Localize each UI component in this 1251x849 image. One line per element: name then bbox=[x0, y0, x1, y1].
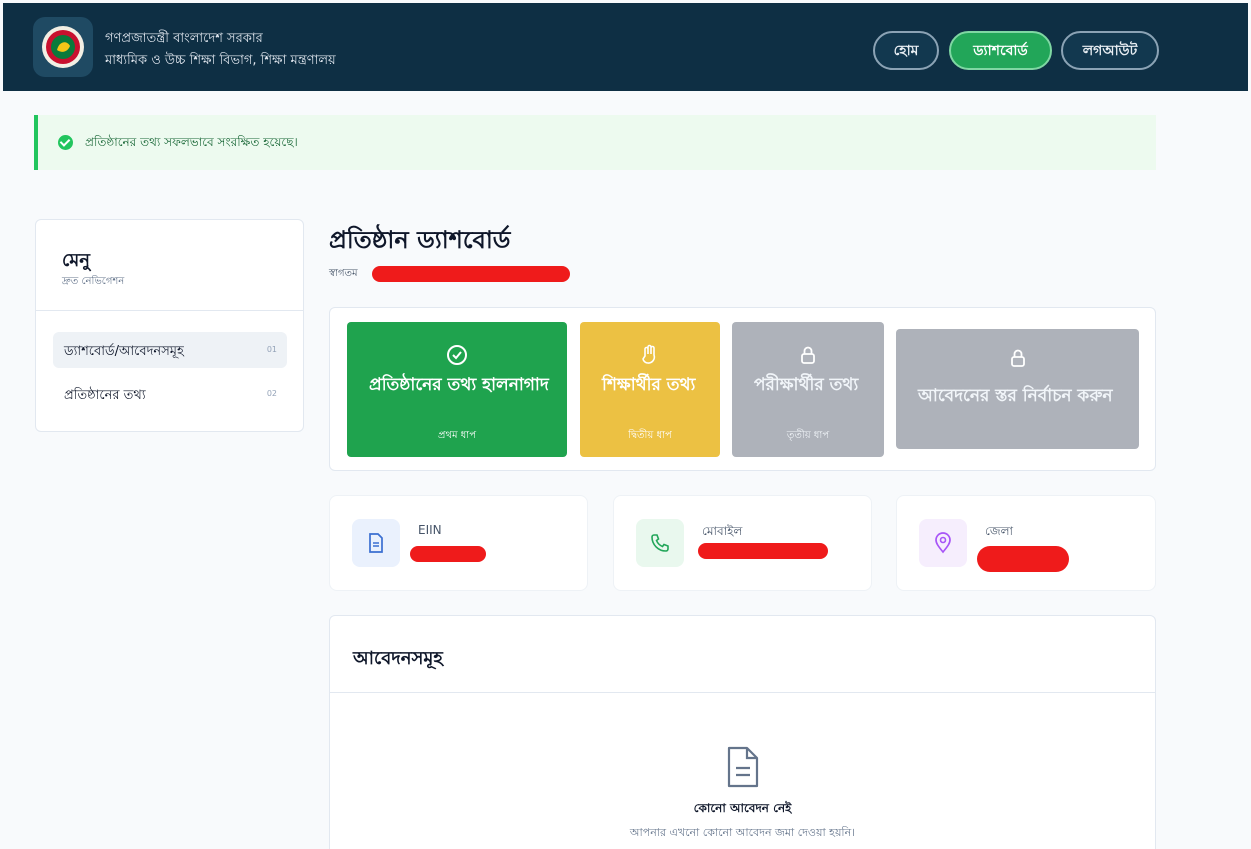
steps-panel: প্রতিষ্ঠানের তথ্য হালনাগাদ প্রথম ধাপ শিক… bbox=[329, 307, 1156, 471]
empty-state-subtitle: আপনার এখনো কোনো আবেদন জমা দেওয়া হয়নি। bbox=[629, 826, 856, 839]
bangladesh-emblem-icon bbox=[42, 26, 84, 68]
mobile-label: মোবাইল bbox=[702, 524, 743, 538]
alert-message: প্রতিষ্ঠানের তথ্য সফলভাবে সংরক্ষিত হয়েছ… bbox=[85, 135, 298, 149]
empty-state-title: কোনো আবেদন নেই bbox=[693, 801, 792, 815]
sidebar-item-number: 01 bbox=[266, 345, 277, 354]
divider bbox=[36, 310, 303, 311]
eiin-label: EIIN bbox=[418, 523, 442, 537]
step-title: পরীক্ষার্থীর তথ্য bbox=[754, 375, 859, 395]
redaction-mark bbox=[698, 543, 828, 559]
district-card: জেলা bbox=[896, 495, 1156, 591]
redaction-mark bbox=[372, 266, 570, 282]
sidebar-item-label: প্রতিষ্ঠানের তথ্য bbox=[64, 388, 146, 403]
step-title: আবেদনের স্তর নির্বাচন করুন bbox=[918, 386, 1113, 406]
sidebar-title: মেনু bbox=[62, 250, 91, 271]
sidebar-menu: মেনু দ্রুত নেভিগেশন ড্যাশবোর্ড/আবেদনসমূহ… bbox=[35, 219, 304, 432]
step-subtitle: প্রথম ধাপ bbox=[438, 430, 476, 441]
empty-document-icon bbox=[727, 746, 759, 788]
step-card-3[interactable]: পরীক্ষার্থীর তথ্য তৃতীয় ধাপ bbox=[732, 322, 884, 457]
applications-title: আবেদনসমূহ bbox=[353, 648, 443, 669]
step-subtitle: তৃতীয় ধাপ bbox=[786, 430, 830, 441]
location-pin-icon bbox=[919, 519, 967, 567]
sidebar-item-number: 02 bbox=[266, 389, 277, 398]
government-logo bbox=[33, 17, 93, 77]
redaction-mark bbox=[977, 546, 1069, 572]
lock-icon bbox=[732, 344, 884, 371]
logout-button[interactable]: লগআউট bbox=[1061, 31, 1159, 70]
mobile-card: মোবাইল bbox=[613, 495, 872, 591]
top-header: গণপ্রজাতন্ত্রী বাংলাদেশ সরকার মাধ্যমিক ও… bbox=[3, 3, 1248, 91]
welcome-text: স্বাগতম bbox=[329, 268, 358, 279]
eiin-card: EIIN bbox=[329, 495, 588, 591]
step-card-4[interactable]: আবেদনের স্তর নির্বাচন করুন bbox=[896, 329, 1139, 449]
applications-panel: আবেদনসমূহ কোনো আবেদন নেই আপনার এখনো কোনো… bbox=[329, 615, 1156, 849]
page-title: প্রতিষ্ঠান ড্যাশবোর্ড bbox=[329, 226, 511, 254]
step-title: প্রতিষ্ঠানের তথ্য হালনাগাদ bbox=[369, 375, 549, 395]
sidebar-item-institution-info[interactable]: প্রতিষ্ঠানের তথ্য 02 bbox=[53, 376, 287, 412]
brand-line-2: মাধ্যমিক ও উচ্চ শিক্ষা বিভাগ, শিক্ষা মন্… bbox=[105, 53, 336, 68]
hand-icon bbox=[580, 344, 720, 371]
dashboard-button[interactable]: ড্যাশবোর্ড bbox=[949, 31, 1052, 70]
sidebar-item-dashboard[interactable]: ড্যাশবোর্ড/আবেদনসমূহ 01 bbox=[53, 332, 287, 368]
home-button[interactable]: হোম bbox=[873, 31, 939, 70]
brand-line-1: গণপ্রজাতন্ত্রী বাংলাদেশ সরকার bbox=[105, 31, 263, 46]
phone-icon bbox=[636, 519, 684, 567]
step-title: শিক্ষার্থীর তথ্য bbox=[602, 375, 696, 395]
lock-icon bbox=[896, 347, 1139, 374]
sidebar-subtitle: দ্রুত নেভিগেশন bbox=[62, 276, 125, 287]
step-subtitle: দ্বিতীয় ধাপ bbox=[628, 430, 672, 441]
success-alert: প্রতিষ্ঠানের তথ্য সফলভাবে সংরক্ষিত হয়েছ… bbox=[34, 115, 1156, 170]
divider bbox=[330, 692, 1155, 693]
step-card-2[interactable]: শিক্ষার্থীর তথ্য দ্বিতীয় ধাপ bbox=[580, 322, 720, 457]
district-label: জেলা bbox=[985, 524, 1014, 538]
sidebar-item-label: ড্যাশবোর্ড/আবেদনসমূহ bbox=[64, 344, 184, 359]
document-icon bbox=[352, 519, 400, 567]
step-card-1[interactable]: প্রতিষ্ঠানের তথ্য হালনাগাদ প্রথম ধাপ bbox=[347, 322, 567, 457]
check-circle-icon bbox=[347, 344, 567, 371]
check-circle-icon bbox=[58, 135, 73, 150]
redaction-mark bbox=[410, 546, 486, 562]
